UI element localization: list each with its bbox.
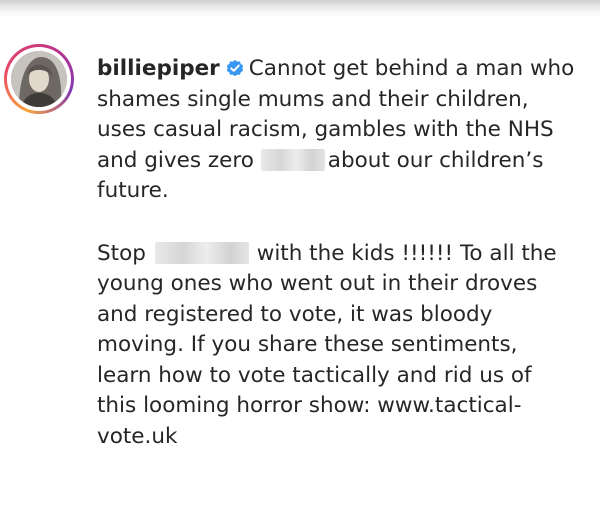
- avatar[interactable]: [11, 51, 67, 107]
- censored-word: [154, 241, 249, 264]
- caption-text-2b: with the kids !!!!!! To all the young on…: [97, 240, 557, 449]
- post-caption: billiepiper Cannot get behind a man who s…: [97, 54, 577, 452]
- username-link[interactable]: billiepiper: [97, 56, 220, 81]
- verified-badge-icon: [226, 60, 243, 77]
- story-ring[interactable]: [4, 44, 74, 114]
- caption-text-2a: Stop: [97, 240, 146, 266]
- censored-word: [260, 148, 325, 171]
- profile-photo-icon: [11, 51, 67, 107]
- caption-paragraph-2: Stop with the kids !!!!!! To all the you…: [97, 239, 577, 453]
- caption-paragraph-1: billiepiper Cannot get behind a man who s…: [97, 54, 577, 207]
- window-top-shadow: [0, 0, 600, 18]
- avatar-ring-gap: [7, 47, 71, 111]
